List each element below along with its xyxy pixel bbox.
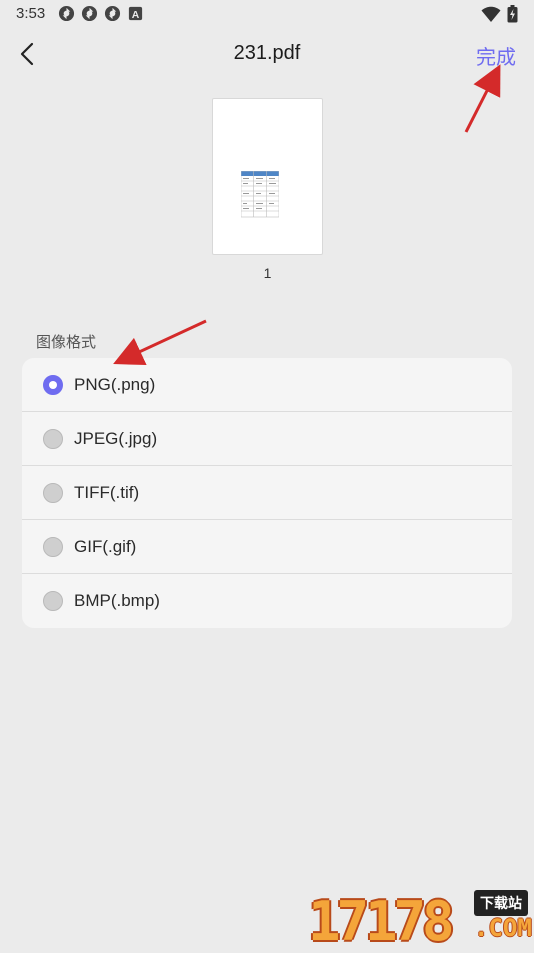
wifi-icon <box>481 6 501 22</box>
sync-icon <box>81 5 98 22</box>
svg-text:A: A <box>132 10 140 21</box>
status-bar: 3:53 A <box>0 0 534 28</box>
format-option-label: BMP(.bmp) <box>74 591 160 610</box>
top-app-bar: 231.pdf 完成 <box>0 28 534 80</box>
section-label-image-format: 图像格式 <box>36 334 97 351</box>
table-preview-graphic <box>241 171 279 218</box>
sync-icon <box>104 5 121 22</box>
format-option-tiff[interactable]: TIFF(.tif) <box>22 466 512 520</box>
radio-button-selected[interactable] <box>43 374 63 395</box>
format-option-jpeg[interactable]: JPEG(.jpg) <box>22 412 512 466</box>
status-icons-left: A <box>58 5 144 22</box>
format-option-label: PNG(.png) <box>74 374 156 394</box>
format-option-gif[interactable]: GIF(.gif) <box>22 520 512 574</box>
watermark-suffix: .COM <box>474 914 532 942</box>
annotation-arrow-done <box>464 64 501 133</box>
status-icons-right <box>481 5 518 23</box>
format-option-bmp[interactable]: BMP(.bmp) <box>22 574 512 628</box>
site-watermark: 17178 下载站 .COM <box>308 884 534 953</box>
status-time: 3:53 <box>16 5 46 22</box>
radio-button[interactable] <box>43 482 63 503</box>
done-button[interactable]: 完成 <box>476 41 516 70</box>
sync-icon <box>58 5 75 22</box>
battery-icon <box>507 5 518 23</box>
a-badge-icon: A <box>128 6 143 21</box>
format-option-label: TIFF(.tif) <box>74 482 140 502</box>
page-title: 231.pdf <box>233 42 301 64</box>
page-thumbnail[interactable] <box>212 98 323 255</box>
page-number-label: 1 <box>263 265 272 281</box>
radio-button[interactable] <box>43 591 63 611</box>
annotation-arrow-png <box>113 319 207 366</box>
format-option-label: GIF(.gif) <box>74 536 137 556</box>
image-format-list: PNG(.png) JPEG(.jpg) TIFF(.tif) GIF(.gif… <box>22 358 512 628</box>
watermark-badge: 下载站 <box>474 890 528 916</box>
radio-button[interactable] <box>43 536 63 557</box>
radio-button[interactable] <box>43 428 63 449</box>
format-option-label: JPEG(.jpg) <box>74 428 158 448</box>
watermark-digits: 17178 <box>308 890 455 953</box>
format-option-png[interactable]: PNG(.png) <box>22 358 512 412</box>
